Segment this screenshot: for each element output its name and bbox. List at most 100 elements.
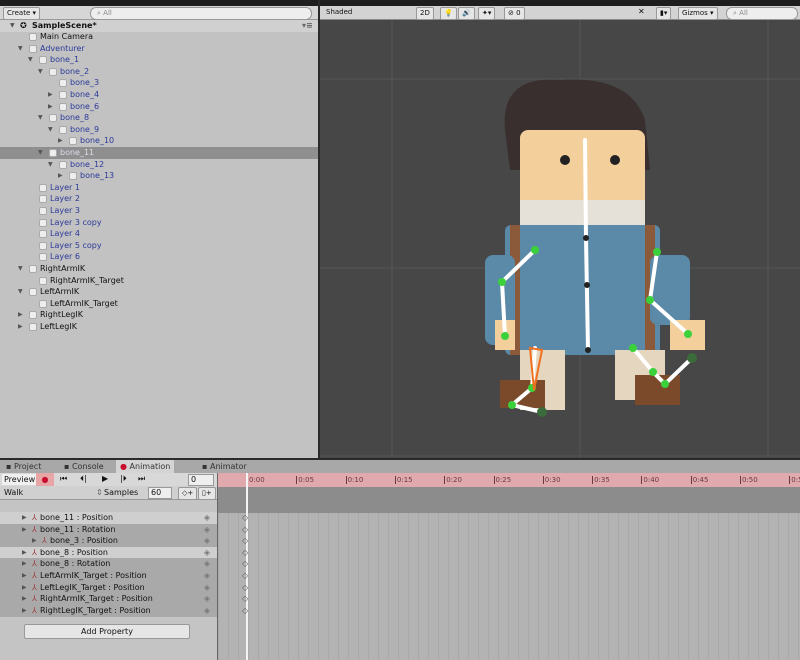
expand-arrow-icon[interactable]: ▶ (22, 512, 27, 524)
tools-icon[interactable]: ✕ (638, 7, 645, 16)
hierarchy-item[interactable]: ▼ bone_11 (0, 147, 318, 159)
hierarchy-item[interactable]: ▼ bone_8 (0, 112, 318, 124)
hierarchy-item[interactable]: ▶ RightLegIK (0, 309, 318, 321)
expand-arrow-icon[interactable]: ▼ (38, 66, 43, 78)
add-property-button[interactable]: Add Property (24, 624, 190, 639)
preview-toggle[interactable]: Preview (2, 474, 38, 485)
camera-icon[interactable]: ▮▾ (656, 7, 672, 20)
keyframe-diamond-icon[interactable]: ◇ (242, 558, 248, 570)
expand-arrow-icon[interactable]: ▼ (28, 54, 33, 66)
gizmos-dropdown[interactable]: Gizmos ▾ (678, 7, 718, 20)
effects-icon[interactable]: ✦▾ (478, 7, 496, 20)
animated-property-row[interactable]: ▶ ⅄ bone_11 : Rotation ◈ (0, 523, 218, 536)
keyframe-toggle-icon[interactable]: ◈ (204, 512, 210, 524)
adventurer-sprite[interactable] (485, 79, 705, 411)
prev-keyframe-button[interactable]: ⏴| (80, 474, 87, 484)
expand-arrow-icon[interactable]: ▼ (38, 147, 43, 159)
next-keyframe-button[interactable]: |⏵ (120, 474, 127, 484)
keyframe-diamond-icon[interactable]: ◇ (242, 570, 248, 582)
record-button[interactable]: ● (36, 473, 54, 486)
keyframe-diamond-icon[interactable]: ◇ (242, 605, 248, 617)
keyframe-toggle-icon[interactable]: ◈ (204, 593, 210, 605)
hierarchy-item[interactable]: ▼ bone_9 (0, 124, 318, 136)
frame-input[interactable]: 0 (188, 474, 214, 486)
keyframe-toggle-icon[interactable]: ◈ (204, 605, 210, 617)
2d-toggle[interactable]: 2D (416, 7, 434, 20)
hierarchy-item[interactable]: ▶ bone_13 (0, 170, 318, 182)
animated-property-row[interactable]: ▶ ⅄ LeftArmIK_Target : Position ◈ (0, 570, 218, 582)
hierarchy-item[interactable]: ▼ bone_1 (0, 54, 318, 66)
hierarchy-item[interactable]: Layer 6 (0, 251, 318, 263)
expand-arrow-icon[interactable]: ▶ (22, 605, 27, 617)
expand-arrow-icon[interactable]: ▼ (18, 263, 23, 275)
animated-property-row[interactable]: ▶ ⅄ RightArmIK_Target : Position ◈ (0, 593, 218, 606)
keyframe-toggle-icon[interactable]: ◈ (204, 547, 210, 559)
clip-dropdown[interactable]: Walk (4, 488, 23, 497)
hierarchy-search-input[interactable]: ⌕ All (90, 7, 312, 20)
play-button[interactable]: ▶ (102, 474, 108, 483)
expand-arrow-icon[interactable]: ▼ (18, 43, 23, 55)
hierarchy-item[interactable]: ▼ bone_2 (0, 66, 318, 78)
expand-arrow-icon[interactable]: ▶ (32, 535, 37, 547)
keyframe-toggle-icon[interactable]: ◈ (204, 558, 210, 570)
hidden-layers-count[interactable]: ⊘ 0 (504, 7, 525, 20)
hierarchy-item[interactable]: ▶ bone_6 (0, 101, 318, 113)
expand-arrow-icon[interactable]: ▼ (48, 159, 53, 171)
hierarchy-item[interactable]: ▼ bone_12 (0, 159, 318, 171)
add-event-button[interactable]: ▯+ (198, 487, 216, 500)
hierarchy-item[interactable]: Layer 4 (0, 228, 318, 240)
expand-arrow-icon[interactable]: ▶ (22, 570, 27, 582)
scene-search-input[interactable]: ⌕ All (726, 7, 798, 20)
tab-animation[interactable]: ● Animation (116, 460, 175, 473)
tab-animator[interactable]: ▪ Animator (198, 460, 251, 473)
expand-arrow-icon[interactable]: ▶ (18, 309, 23, 321)
keyframe-toggle-icon[interactable]: ◈ (204, 570, 210, 582)
expand-arrow-icon[interactable]: ▶ (22, 547, 27, 559)
create-button[interactable]: Create ▾ (3, 7, 40, 20)
expand-arrow-icon[interactable]: ▼ (18, 286, 23, 298)
tab-console[interactable]: ▪ Console (60, 460, 108, 473)
clip-dropdown-arrow-icon[interactable]: ⇕ (96, 488, 103, 497)
add-keyframe-button[interactable]: ◇+ (178, 487, 198, 500)
hierarchy-item[interactable]: LeftArmIK_Target (0, 298, 318, 310)
expand-arrow-icon[interactable]: ▶ (58, 170, 63, 182)
keyframe-diamond-icon[interactable]: ◇ (242, 524, 248, 536)
keyframe-diamond-icon[interactable]: ◇ (242, 593, 248, 605)
hierarchy-item[interactable]: Layer 3 copy (0, 217, 318, 229)
expand-arrow-icon[interactable]: ▶ (22, 582, 27, 594)
expand-arrow-icon[interactable]: ▶ (22, 593, 27, 605)
expand-arrow-icon[interactable]: ▶ (22, 558, 27, 570)
expand-arrow-icon[interactable]: ▼ (48, 124, 53, 136)
hierarchy-item[interactable]: Layer 3 (0, 205, 318, 217)
last-keyframe-button[interactable]: ⏭ (138, 474, 145, 484)
animated-property-row[interactable]: ▶ ⅄ LeftLegIK_Target : Position ◈ (0, 581, 218, 594)
hierarchy-item[interactable]: ▼ RightArmIK (0, 263, 318, 275)
animated-property-row[interactable]: ▶ ⅄ bone_8 : Rotation ◈ (0, 558, 218, 571)
scene-canvas[interactable] (320, 20, 800, 458)
tab-project[interactable]: ▪ Project (2, 460, 45, 473)
expand-arrow-icon[interactable]: ▶ (48, 89, 53, 101)
expand-arrow-icon[interactable]: ▶ (58, 135, 63, 147)
keyframe-toggle-icon[interactable]: ◈ (204, 582, 210, 594)
hierarchy-item[interactable]: bone_3 (0, 77, 318, 89)
animated-property-row[interactable]: ▶ ⅄ bone_8 : Position ◈ (0, 546, 218, 559)
expand-arrow-icon[interactable]: ▼ (38, 112, 43, 124)
animated-property-row[interactable]: ▶ ⅄ bone_11 : Position ◈ (0, 512, 218, 524)
hierarchy-item[interactable]: RightArmIK_Target (0, 275, 318, 287)
keyframe-diamond-icon[interactable]: ◇ (242, 535, 248, 547)
audio-icon[interactable]: 🔊 (458, 7, 475, 20)
hierarchy-item[interactable]: Main Camera (0, 31, 318, 43)
hierarchy-item[interactable]: Layer 1 (0, 182, 318, 194)
hierarchy-item[interactable]: ▼ Adventurer (0, 43, 318, 55)
hierarchy-item[interactable]: ▶ bone_4 (0, 89, 318, 101)
keyframe-toggle-icon[interactable]: ◈ (204, 535, 210, 547)
hierarchy-item[interactable]: ▼ LeftArmIK (0, 286, 318, 298)
keyframe-diamond-icon[interactable]: ◇ (242, 582, 248, 594)
hierarchy-item[interactable]: Layer 2 (0, 193, 318, 205)
expand-arrow-icon[interactable]: ▶ (22, 524, 27, 536)
expand-arrow-icon[interactable]: ▶ (18, 321, 23, 333)
hierarchy-item[interactable]: ▶ LeftLegIK (0, 321, 318, 333)
hierarchy-item[interactable]: ▶ bone_10 (0, 135, 318, 147)
animated-property-row[interactable]: ▶ ⅄ RightLegIK_Target : Position ◈ (0, 604, 218, 617)
hierarchy-item[interactable]: Layer 5 copy (0, 240, 318, 252)
